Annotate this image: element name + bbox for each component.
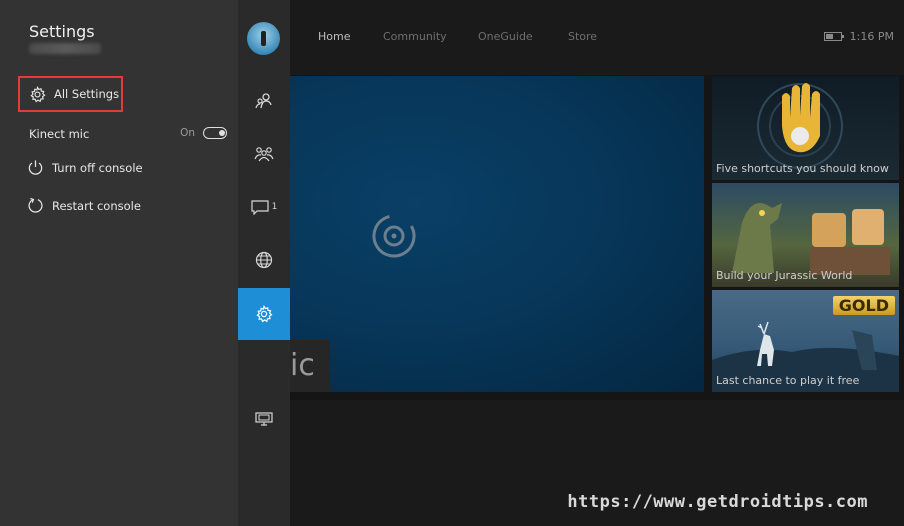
- groove-music-icon: [372, 214, 416, 258]
- kinect-mic-toggle[interactable]: [203, 127, 227, 139]
- all-settings-button[interactable]: All Settings: [18, 76, 123, 112]
- restart-icon: [28, 197, 43, 213]
- friends-button[interactable]: [238, 75, 290, 127]
- tile-jurassic[interactable]: Build your Jurassic World: [712, 183, 899, 287]
- message-count: 1: [271, 202, 278, 212]
- watermark: https://www.getdroidtips.com: [567, 492, 868, 512]
- power-icon: [28, 160, 43, 175]
- restart-label: Restart console: [52, 198, 141, 213]
- kinect-mic-row[interactable]: Kinect mic On: [29, 127, 227, 141]
- hero-tile[interactable]: [290, 76, 704, 392]
- tile-shortcuts[interactable]: Five shortcuts you should know: [712, 76, 899, 180]
- clock: 1:16 PM: [849, 30, 894, 43]
- status-area: 1:16 PM: [823, 30, 894, 43]
- tv-icon: [255, 412, 273, 426]
- hero-label: ic: [290, 340, 330, 392]
- gamertag-blurred: [29, 43, 101, 54]
- tab-community[interactable]: Community: [383, 30, 447, 43]
- tile-caption: Build your Jurassic World: [716, 269, 853, 282]
- party-icon: [254, 147, 274, 162]
- tile-caption: Last chance to play it free: [716, 374, 860, 387]
- tab-home[interactable]: Home: [318, 30, 350, 43]
- panel-title: Settings: [29, 22, 95, 41]
- settings-panel: Settings All Settings Kinect mic On Turn…: [0, 0, 238, 526]
- tile-gold[interactable]: GOLD Last chance to play it free: [712, 290, 899, 392]
- dashboard-top-bar: Home Community OneGuide Store 1:16 PM: [290, 0, 904, 75]
- guide-rail: 1: [238, 0, 290, 526]
- gear-icon: [256, 305, 273, 323]
- messages-icon: [251, 200, 269, 215]
- turn-off-console-button[interactable]: Turn off console: [27, 159, 143, 176]
- friends-icon: [255, 93, 272, 109]
- messages-button[interactable]: 1: [238, 181, 290, 233]
- gear-icon: [30, 85, 46, 102]
- party-button[interactable]: [238, 128, 290, 180]
- battery-icon: [823, 32, 844, 41]
- tile-caption: Five shortcuts you should know: [716, 162, 889, 175]
- globe-button[interactable]: [238, 234, 290, 286]
- turn-off-label: Turn off console: [52, 160, 143, 175]
- globe-icon: [255, 251, 273, 269]
- kinect-mic-label: Kinect mic: [29, 127, 90, 141]
- restart-console-button[interactable]: Restart console: [27, 197, 141, 214]
- all-settings-label: All Settings: [54, 87, 120, 101]
- tv-button[interactable]: [238, 393, 290, 445]
- gold-badge: GOLD: [832, 296, 895, 315]
- tab-store[interactable]: Store: [568, 30, 597, 43]
- tab-oneguide[interactable]: OneGuide: [478, 30, 533, 43]
- settings-rail-button[interactable]: [238, 288, 290, 340]
- avatar[interactable]: [247, 22, 280, 55]
- kinect-mic-state: On: [180, 127, 195, 139]
